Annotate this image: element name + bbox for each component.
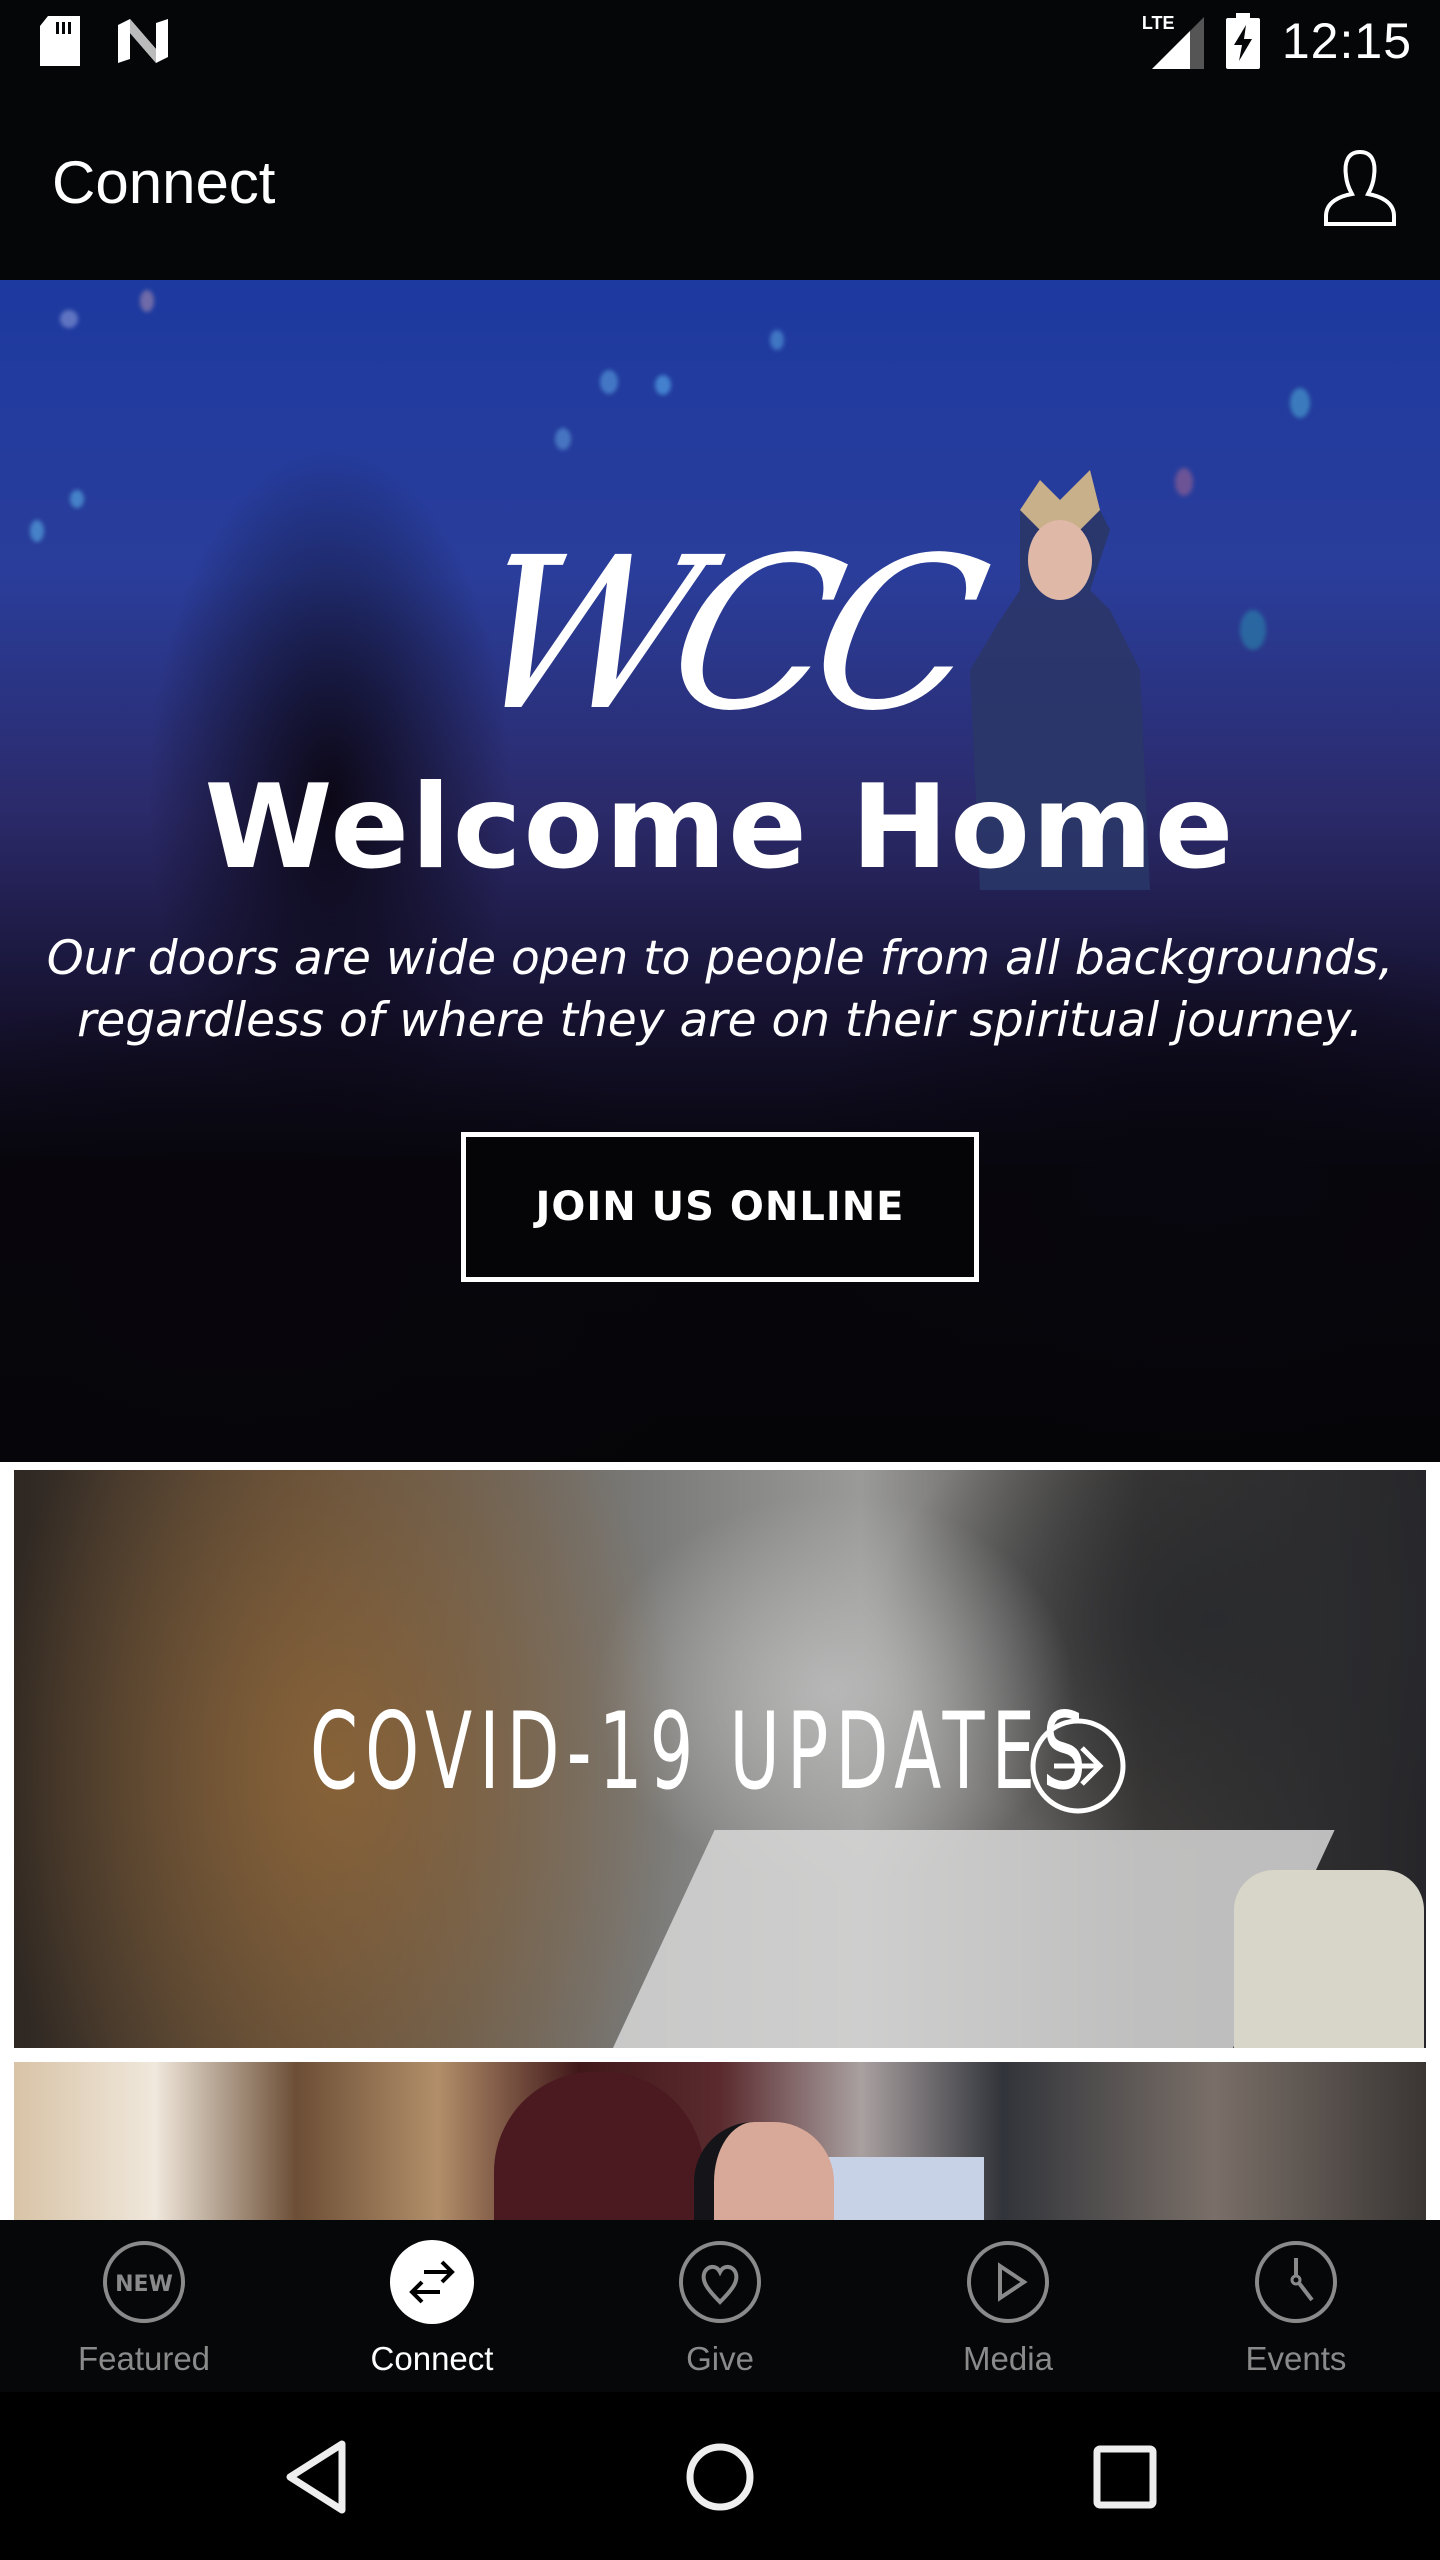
- welcome-hero-banner[interactable]: WCC Welcome Home Our doors are wide open…: [0, 280, 1440, 1462]
- hero-subtitle: Our doors are wide open to people from a…: [0, 928, 1440, 1052]
- card-photo-table: [593, 1830, 1335, 2048]
- tab-label-featured: Featured: [77, 2340, 211, 2377]
- tab-label-give: Give: [686, 2340, 754, 2377]
- tab-connect[interactable]: Connect: [288, 2220, 576, 2392]
- recents-icon[interactable]: [1080, 2432, 1170, 2522]
- person-icon: [1324, 149, 1396, 226]
- n-notification-icon: [118, 19, 168, 63]
- hero-subtitle-line-1: Our doors are wide open to people from a…: [46, 931, 1394, 986]
- app-bar: Connect: [0, 86, 1440, 280]
- clock-time: 12:15: [1281, 13, 1412, 69]
- community-card[interactable]: [14, 2062, 1426, 2220]
- arrow-right-circle-icon: [1030, 1718, 1126, 1814]
- wcc-logo: WCC: [452, 512, 988, 757]
- status-bar: LTE 12:15: [0, 0, 1440, 86]
- tab-featured[interactable]: NEW Featured: [0, 2220, 288, 2392]
- tab-give[interactable]: Give: [576, 2220, 864, 2392]
- clock-icon: [1255, 2241, 1337, 2323]
- back-icon[interactable]: [272, 2432, 362, 2522]
- tab-label-media: Media: [963, 2340, 1053, 2377]
- system-nav-bar: [0, 2392, 1440, 2560]
- battery-charging-icon: [1225, 13, 1260, 69]
- tab-events[interactable]: Events: [1152, 2220, 1440, 2392]
- card-photo-person: [494, 2072, 704, 2220]
- card-photo-person-2: [694, 2122, 834, 2220]
- home-icon[interactable]: [675, 2432, 765, 2522]
- svg-text:NEW: NEW: [115, 2272, 173, 2297]
- sd-card-icon: [40, 16, 80, 66]
- tab-media[interactable]: Media: [864, 2220, 1152, 2392]
- card-photo-mug: [1234, 1870, 1424, 2048]
- swap-arrows-icon: [390, 2240, 474, 2324]
- covid-updates-card[interactable]: COVID-19 UPDATES: [14, 1470, 1426, 2048]
- content-scroll[interactable]: WCC Welcome Home Our doors are wide open…: [0, 280, 1440, 2220]
- tab-label-events: Events: [1245, 2340, 1347, 2377]
- join-us-online-button[interactable]: JOIN US ONLINE: [461, 1132, 979, 1282]
- page-title: Connect: [52, 149, 276, 216]
- hero-subtitle-line-2: regardless of where they are on their sp…: [77, 993, 1363, 1048]
- profile-button[interactable]: [1320, 148, 1400, 228]
- heart-icon: [679, 2241, 761, 2323]
- new-badge-icon: NEW: [103, 2241, 185, 2323]
- play-icon: [967, 2241, 1049, 2323]
- bottom-tab-bar: NEW Featured Connect Give Media Events: [0, 2220, 1440, 2392]
- tab-label-connect: Connect: [370, 2340, 494, 2377]
- hero-title: Welcome Home: [204, 760, 1236, 895]
- lte-signal-icon: LTE: [1142, 13, 1204, 69]
